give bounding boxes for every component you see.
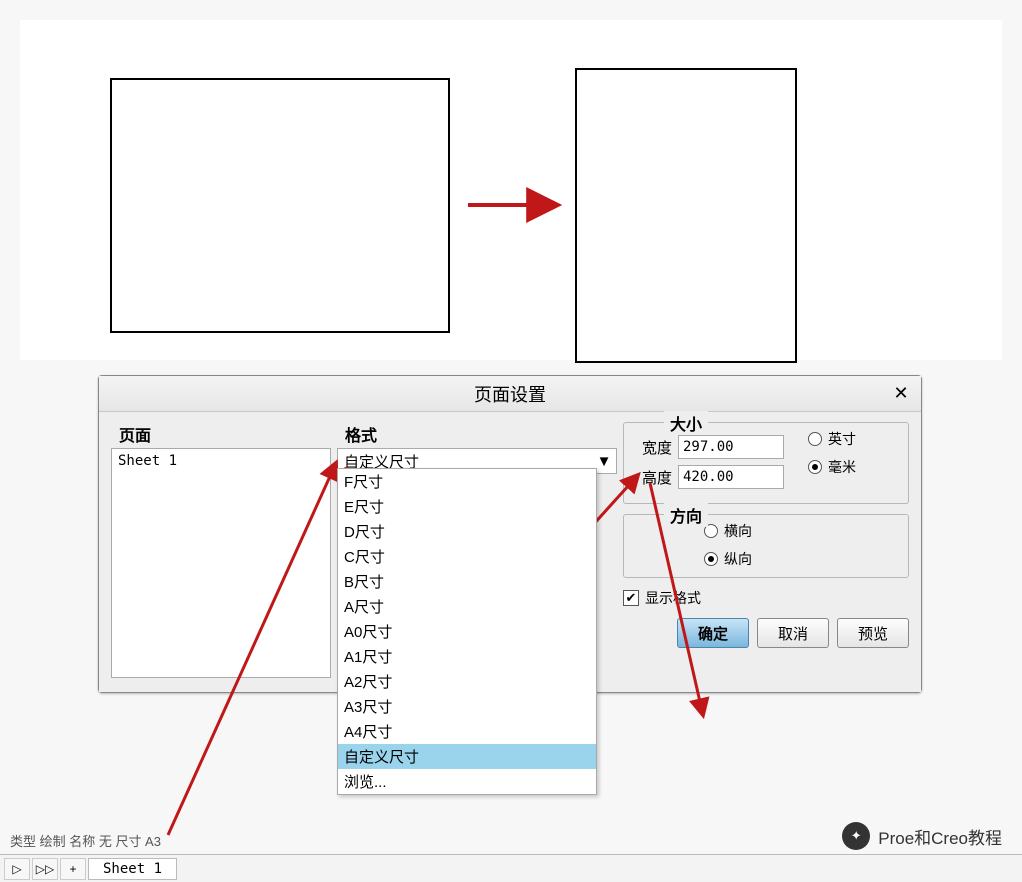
play-icon[interactable]: ▷ <box>4 858 30 880</box>
checkbox-icon: ✔ <box>623 590 639 606</box>
page-column: 页面 Sheet 1 <box>111 422 331 678</box>
orientation-group-title: 方向 <box>664 503 708 527</box>
format-option[interactable]: A3尺寸 <box>338 694 596 719</box>
format-option[interactable]: D尺寸 <box>338 519 596 544</box>
page-setup-dialog: 页面设置 ✕ 页面 Sheet 1 格式 自定义尺寸 ▼ F尺寸 E尺寸 D尺寸… <box>98 375 922 693</box>
format-option[interactable]: E尺寸 <box>338 494 596 519</box>
sheet-tabbar: ▷ ▷▷ + Sheet 1 <box>0 854 1022 882</box>
radio-icon <box>808 432 822 446</box>
close-icon[interactable]: ✕ <box>889 382 913 406</box>
show-format-label: 显示格式 <box>645 588 701 608</box>
watermark: ✦ Proe和Creo教程 <box>842 822 1002 850</box>
format-option[interactable]: A4尺寸 <box>338 719 596 744</box>
wechat-icon: ✦ <box>842 822 870 850</box>
illustration-canvas <box>20 20 1002 360</box>
show-format-checkbox[interactable]: ✔ 显示格式 <box>623 588 909 608</box>
dialog-button-row: 确定 取消 预览 <box>623 618 909 648</box>
format-column: 格式 自定义尺寸 ▼ F尺寸 E尺寸 D尺寸 C尺寸 B尺寸 A尺寸 A0尺寸 … <box>337 422 617 678</box>
dialog-body: 页面 Sheet 1 格式 自定义尺寸 ▼ F尺寸 E尺寸 D尺寸 C尺寸 B尺… <box>99 412 921 692</box>
chevron-down-icon: ▼ <box>596 453 612 470</box>
landscape-page-rect <box>110 78 450 333</box>
orient-portrait-label: 纵向 <box>724 549 752 569</box>
format-option-selected[interactable]: 自定义尺寸 <box>338 744 596 769</box>
right-column: 大小 宽度 高度 <box>623 422 909 678</box>
radio-icon <box>704 552 718 566</box>
format-option[interactable]: 浏览... <box>338 769 596 794</box>
size-group-title: 大小 <box>664 411 708 435</box>
orient-landscape-label: 横向 <box>724 521 752 541</box>
width-input[interactable] <box>678 435 784 459</box>
page-listbox[interactable]: Sheet 1 <box>111 448 331 678</box>
dialog-titlebar: 页面设置 ✕ <box>99 376 921 412</box>
format-option[interactable]: A2尺寸 <box>338 669 596 694</box>
height-label: 高度 <box>634 467 672 488</box>
watermark-text: Proe和Creo教程 <box>878 824 1002 849</box>
unit-mm-radio[interactable]: 毫米 <box>808 457 856 477</box>
size-group: 大小 宽度 高度 <box>623 422 909 504</box>
ok-button[interactable]: 确定 <box>677 618 749 648</box>
unit-inch-radio[interactable]: 英寸 <box>808 429 856 449</box>
unit-mm-label: 毫米 <box>828 457 856 477</box>
preview-button[interactable]: 预览 <box>837 618 909 648</box>
page-column-label: 页面 <box>119 422 331 446</box>
portrait-page-rect <box>575 68 797 363</box>
sheet-tab[interactable]: Sheet 1 <box>88 858 177 880</box>
format-option[interactable]: F尺寸 <box>338 469 596 494</box>
format-dropdown[interactable]: F尺寸 E尺寸 D尺寸 C尺寸 B尺寸 A尺寸 A0尺寸 A1尺寸 A2尺寸 A… <box>337 468 597 795</box>
page-list-item[interactable]: Sheet 1 <box>118 453 324 469</box>
cancel-button[interactable]: 取消 <box>757 618 829 648</box>
orientation-group: 方向 横向 纵向 <box>623 514 909 578</box>
format-option[interactable]: C尺寸 <box>338 544 596 569</box>
orient-landscape-radio[interactable]: 横向 <box>704 521 898 541</box>
format-option[interactable]: B尺寸 <box>338 569 596 594</box>
status-footer-text: 类型 绘制 名称 无 尺寸 A3 <box>10 834 161 849</box>
orient-portrait-radio[interactable]: 纵向 <box>704 549 898 569</box>
unit-inch-label: 英寸 <box>828 429 856 449</box>
radio-icon <box>808 460 822 474</box>
format-option[interactable]: A尺寸 <box>338 594 596 619</box>
width-label: 宽度 <box>634 437 672 458</box>
format-option[interactable]: A0尺寸 <box>338 619 596 644</box>
fast-forward-icon[interactable]: ▷▷ <box>32 858 58 880</box>
add-sheet-button[interactable]: + <box>60 858 86 880</box>
format-column-label: 格式 <box>345 422 617 446</box>
height-input[interactable] <box>678 465 784 489</box>
dialog-title: 页面设置 <box>474 381 546 407</box>
format-option[interactable]: A1尺寸 <box>338 644 596 669</box>
